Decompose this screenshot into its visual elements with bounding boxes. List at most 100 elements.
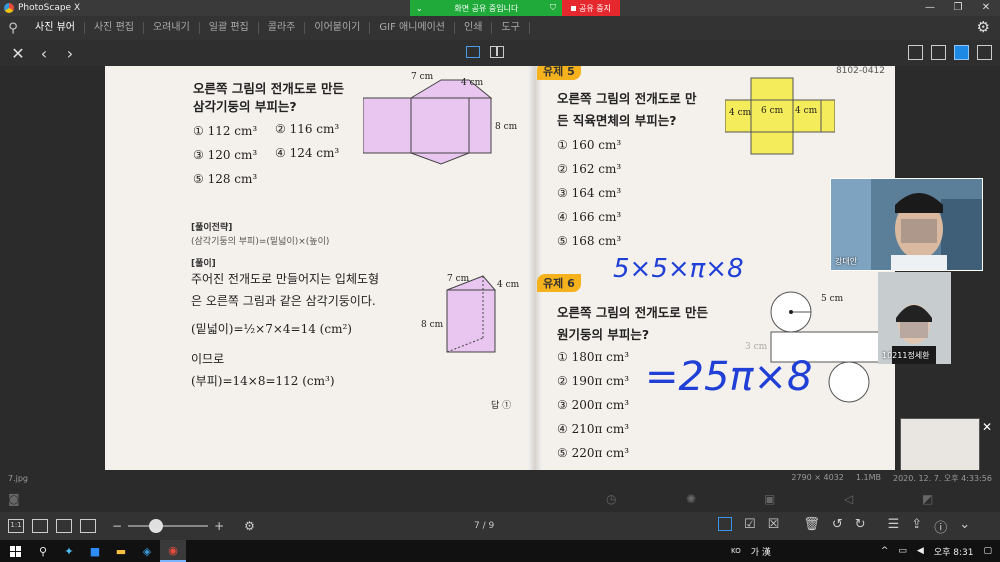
more-icon[interactable]: ⌄ bbox=[959, 517, 970, 536]
ime-indicator[interactable]: KO bbox=[731, 547, 741, 555]
app-title: PhotoScape X bbox=[18, 3, 81, 13]
fit-width-icon[interactable] bbox=[56, 519, 72, 533]
list-view-icon[interactable] bbox=[931, 45, 946, 60]
menu-print[interactable]: 인쇄 bbox=[455, 22, 493, 34]
taskbar-zoom-icon[interactable]: ■ bbox=[82, 540, 108, 562]
sliders-icon[interactable]: ☰ bbox=[888, 517, 900, 536]
page-gutter bbox=[529, 66, 541, 470]
close-view-icon[interactable]: ✕ bbox=[10, 44, 26, 63]
solution-title: [풀이] bbox=[191, 259, 216, 269]
q5-option-5: ⑤ 168 cm³ bbox=[557, 234, 622, 248]
share-status: ⌄ 화면 공유 중입니다 ⛉ bbox=[410, 0, 562, 16]
zoom-slider-knob[interactable] bbox=[149, 519, 164, 533]
zoom-settings-icon[interactable]: ⚙ bbox=[244, 519, 255, 533]
stop-icon bbox=[571, 5, 576, 11]
full-view-icon[interactable] bbox=[954, 45, 969, 60]
share-expand-icon[interactable]: ⌄ bbox=[416, 4, 423, 13]
option-1: ① 112 cm³ bbox=[193, 124, 258, 138]
single-view-icon[interactable] bbox=[466, 46, 480, 58]
timer-icon[interactable]: ◷ bbox=[606, 492, 616, 506]
volume-icon[interactable]: ◀ bbox=[917, 546, 924, 556]
close-thumbnail-icon[interactable]: ✕ bbox=[982, 420, 992, 434]
menu-photo-viewer[interactable]: 사진 뷰어 bbox=[26, 22, 85, 34]
camera-icon[interactable]: ◙ bbox=[8, 492, 20, 506]
search-icon[interactable]: ⚲ bbox=[0, 21, 26, 36]
video-participant-1[interactable]: 강대안 bbox=[830, 178, 983, 271]
effect-icon[interactable]: ✺ bbox=[686, 492, 696, 506]
answer-mark: 답 ① bbox=[491, 401, 512, 411]
solution-line-5: (부피)=14×8=112 (cm³) bbox=[191, 374, 335, 388]
bottom-toolbar: 1:1 − + ⚙ 7 / 9 ☑ ☒ 🗑 ↺ ↻ ☰ ⇪ ⓘ ⌄ bbox=[0, 512, 1000, 540]
fullscreen-icon[interactable] bbox=[80, 519, 96, 533]
participant-2-name: 10211정세환 bbox=[882, 351, 930, 360]
q5-option-4: ④ 166 cm³ bbox=[557, 210, 622, 224]
minimize-button[interactable]: — bbox=[916, 0, 944, 16]
participant-1-name: 강대안 bbox=[835, 257, 858, 266]
textbook-photo: 오른쪽 그림의 전개도로 만든 삼각기둥의 부피는? ① 112 cm³ ② 1… bbox=[105, 66, 895, 470]
menu-tools[interactable]: 도구 bbox=[492, 22, 530, 34]
q6-line-1: 오른쪽 그림의 전개도로 만든 bbox=[557, 305, 709, 320]
ime-label[interactable]: 가 漢 bbox=[751, 545, 771, 558]
taskbar-bird-icon[interactable]: ✦ bbox=[56, 540, 82, 562]
share-status-text: 화면 공유 중입니다 bbox=[454, 3, 519, 13]
zoom-slider[interactable] bbox=[128, 519, 209, 533]
windows-logo-icon bbox=[9, 545, 21, 557]
network-icon[interactable]: ▭ bbox=[898, 546, 907, 556]
actual-size-button[interactable]: 1:1 bbox=[8, 519, 24, 533]
share-icon[interactable]: ⇪ bbox=[911, 517, 922, 536]
settings-gear-icon[interactable]: ⚙ bbox=[977, 18, 990, 36]
video-participant-2[interactable]: 10211정세환 bbox=[878, 272, 951, 364]
clock[interactable]: 오후 8:31 bbox=[934, 545, 974, 558]
badge-6: 유제 6 bbox=[537, 274, 581, 292]
taskbar-search-icon[interactable]: ⚲ bbox=[30, 540, 56, 562]
info-icon[interactable]: ⓘ bbox=[934, 517, 947, 536]
badge-5: 유제 5 bbox=[537, 66, 581, 80]
page-counter: 7 / 9 bbox=[474, 521, 495, 531]
split-view-icon[interactable] bbox=[490, 46, 504, 58]
q6-option-4: ④ 210π cm³ bbox=[557, 422, 630, 436]
select-icon[interactable] bbox=[718, 516, 732, 531]
strategy-title: [풀이전략] bbox=[191, 223, 233, 233]
close-button[interactable]: ✕ bbox=[972, 0, 1000, 16]
trash-icon[interactable]: 🗑 bbox=[803, 517, 820, 536]
check-icon[interactable]: ☑ bbox=[744, 517, 756, 536]
cylinder-dim-height: 3 cm bbox=[745, 342, 768, 352]
menu-combine[interactable]: 이어붙이기 bbox=[305, 22, 371, 34]
screen-share-banner: ⌄ 화면 공유 중입니다 ⛉ 공유 중지 bbox=[410, 0, 620, 16]
rotate-left-icon[interactable]: ↺ bbox=[832, 517, 843, 536]
zoom-in-button[interactable]: + bbox=[214, 519, 224, 533]
fit-view-icon[interactable] bbox=[977, 45, 992, 60]
adjust-icon[interactable]: ◩ bbox=[922, 492, 933, 506]
menu-gif-animation[interactable]: GIF 애니메이션 bbox=[370, 22, 456, 34]
menu-cut-out[interactable]: 오려내기 bbox=[144, 22, 200, 34]
solution-line-1: 주어진 전개도로 만들어지는 입체도형 bbox=[191, 272, 380, 286]
tray-expand-icon[interactable]: ^ bbox=[881, 546, 889, 556]
zoom-out-button[interactable]: − bbox=[112, 519, 122, 533]
viewer-toolbar: ✕ ‹ › bbox=[0, 40, 1000, 66]
stop-share-button[interactable]: 공유 중지 bbox=[562, 0, 620, 16]
net-dim-c: 4 cm bbox=[795, 106, 818, 116]
audio-icon[interactable]: ◁ bbox=[844, 492, 853, 506]
rotate-right-icon[interactable]: ↻ bbox=[855, 517, 866, 536]
previous-arrow-icon[interactable]: ‹ bbox=[36, 44, 52, 63]
maximize-button[interactable]: ❐ bbox=[944, 0, 972, 16]
taskbar-folder-icon[interactable]: ▬ bbox=[108, 540, 134, 562]
layout-buttons bbox=[908, 45, 992, 60]
menu-batch-editor[interactable]: 일괄 편집 bbox=[200, 22, 259, 34]
taskbar-store-icon[interactable]: ◈ bbox=[134, 540, 160, 562]
uncheck-icon[interactable]: ☒ bbox=[768, 517, 780, 536]
fit-screen-icon[interactable] bbox=[32, 519, 48, 533]
start-button[interactable] bbox=[0, 545, 30, 557]
grid-view-icon[interactable] bbox=[908, 45, 923, 60]
frame-icon[interactable]: ▣ bbox=[764, 492, 775, 506]
menu-photo-editor[interactable]: 사진 편집 bbox=[85, 22, 144, 34]
taskbar-photoscape-icon[interactable]: ◉ bbox=[160, 540, 186, 562]
q-line-2: 삼각기둥의 부피는? bbox=[193, 99, 297, 114]
file-meta: 2790 × 4032 1.1MB 2020. 12. 7. 오후 4:33:5… bbox=[791, 473, 992, 484]
notification-icon[interactable]: ▢ bbox=[983, 546, 992, 556]
title-bar: PhotoScape X ⌄ 화면 공유 중입니다 ⛉ 공유 중지 — ❐ ✕ bbox=[0, 0, 1000, 16]
solution-line-2: 은 오른쪽 그림과 같은 삼각기둥이다. bbox=[191, 294, 376, 308]
solution-line-4: 이므로 bbox=[191, 352, 225, 366]
menu-collage[interactable]: 콜라주 bbox=[259, 22, 306, 34]
next-arrow-icon[interactable]: › bbox=[62, 44, 78, 63]
